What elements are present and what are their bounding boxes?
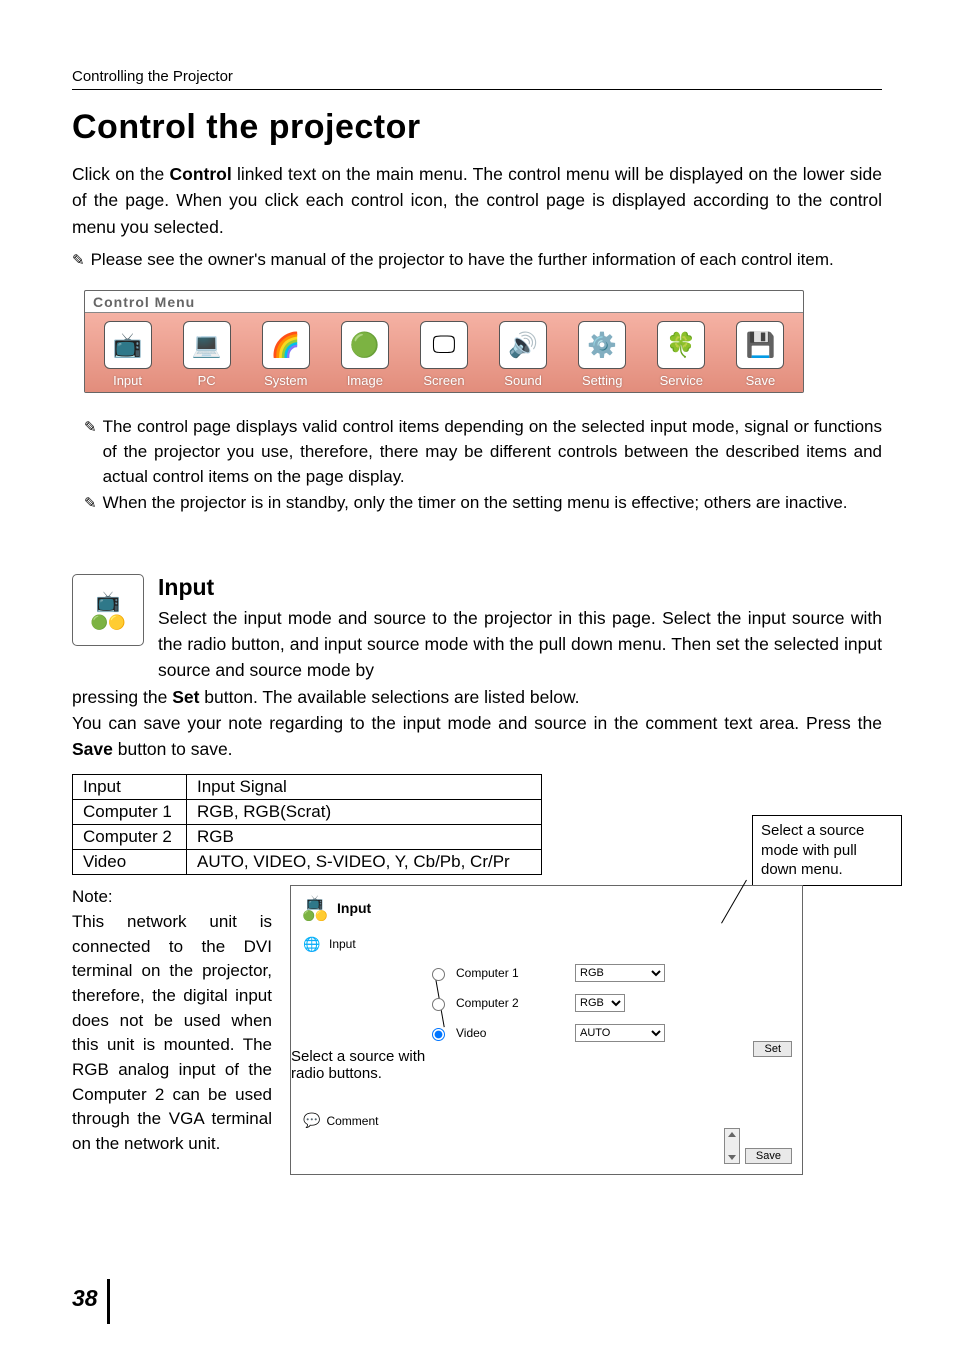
control-menu-figure: Control Menu 📺 Input 💻 PC 🌈 System 🟢 Image 🖵 Scre… <box>84 290 804 393</box>
control-menu-label-text: Image <box>347 373 383 388</box>
radio-label: Computer 1 <box>456 966 519 980</box>
control-menu-label-text: Screen <box>423 373 464 388</box>
source-mode-dropdown[interactable]: AUTO <box>575 1024 665 1042</box>
input-body-1a: Select the input mode and source to the … <box>158 605 882 684</box>
control-menu-label-text: Save <box>746 373 776 388</box>
running-header: Controlling the Projector <box>72 68 882 90</box>
radio-row: Computer 2 RGB <box>427 988 802 1018</box>
save-button[interactable]: Save <box>745 1148 792 1164</box>
control-menu-label-text: Service <box>660 373 703 388</box>
source-mode-dropdown[interactable]: RGB <box>575 964 665 982</box>
source-radio[interactable] <box>432 968 445 981</box>
pencil-icon: ✎ <box>84 415 97 489</box>
radio-label: Computer 2 <box>456 996 519 1010</box>
input-field-label: Input <box>329 937 419 951</box>
control-menu-item-screen[interactable]: 🖵 Screen <box>411 321 476 388</box>
input-signal-table: InputInput SignalComputer 1RGB, RGB(Scra… <box>72 774 542 875</box>
table-row: VideoAUTO, VIDEO, S-VIDEO, Y, Cb/Pb, Cr/… <box>73 850 542 875</box>
source-radio[interactable] <box>432 998 445 1011</box>
system-icon: 🌈 <box>262 321 310 369</box>
input-body-1b: pressing the Set button. The available s… <box>72 684 882 710</box>
source-mode-dropdown[interactable]: RGB <box>575 994 625 1012</box>
control-menu-item-image[interactable]: 🟢 Image <box>332 321 397 388</box>
table-cell: RGB, RGB(Scrat) <box>187 800 542 825</box>
projector-icon: 📺🟢🟡 <box>299 892 331 924</box>
control-menu-item-service[interactable]: 🍀 Service <box>649 321 714 388</box>
sound-icon: 🔊 <box>499 321 547 369</box>
input-body-2: You can save your note regarding to the … <box>72 710 882 763</box>
control-menu-item-save[interactable]: 💾 Save <box>728 321 793 388</box>
table-cell: Computer 1 <box>73 800 187 825</box>
control-menu-item-pc[interactable]: 💻 PC <box>174 321 239 388</box>
pencil-note: ✎Please see the owner's manual of the pr… <box>72 248 882 273</box>
radio-row: Video AUTO <box>427 1018 802 1048</box>
control-menu-label-text: PC <box>198 373 216 388</box>
pencil-note: ✎When the projector is in standby, only … <box>84 491 882 516</box>
save-icon: 💾 <box>736 321 784 369</box>
page-number-rule <box>107 1279 110 1324</box>
table-cell: RGB <box>187 825 542 850</box>
intro-paragraph: Click on the Control linked text on the … <box>72 161 882 240</box>
comment-label: Comment <box>326 1114 378 1128</box>
comment-scrollbar[interactable] <box>724 1128 740 1164</box>
table-cell: Video <box>73 850 187 875</box>
table-row: Computer 2RGB <box>73 825 542 850</box>
control-menu-label-text: Setting <box>582 373 622 388</box>
input-icon: 📺 <box>104 321 152 369</box>
radio-row: Computer 1 RGB <box>427 958 802 988</box>
control-menu-item-sound[interactable]: 🔊 Sound <box>491 321 556 388</box>
callout-radio: Select a source with radio buttons. <box>291 1048 456 1082</box>
setting-icon: ⚙️ <box>578 321 626 369</box>
pencil-icon: ✎ <box>84 491 97 516</box>
control-menu-item-input[interactable]: 📺 Input <box>95 321 160 388</box>
input-screenshot: 📺🟢🟡 Input 🌐 Input Computer 1 RGB Computer… <box>290 885 803 1175</box>
callout-pulldown: Select a source mode with pull down menu… <box>752 815 902 886</box>
globe-icon: 🌐 <box>303 936 323 952</box>
pencil-note: ✎The control page displays valid control… <box>84 415 882 489</box>
service-icon: 🍀 <box>657 321 705 369</box>
control-menu-label-text: System <box>264 373 307 388</box>
page-number: 38 <box>72 1285 98 1312</box>
table-cell: AUTO, VIDEO, S-VIDEO, Y, Cb/Pb, Cr/Pr <box>187 850 542 875</box>
table-header-cell: Input <box>73 775 187 800</box>
control-menu-label: Control Menu <box>85 291 803 313</box>
input-heading: Input <box>158 574 882 601</box>
image-icon: 🟢 <box>341 321 389 369</box>
radio-label: Video <box>456 1026 486 1040</box>
screenshot-title: Input <box>337 900 371 916</box>
set-button[interactable]: Set <box>753 1041 792 1057</box>
pc-icon: 💻 <box>183 321 231 369</box>
screen-icon: 🖵 <box>420 321 468 369</box>
control-menu-item-setting[interactable]: ⚙️ Setting <box>570 321 635 388</box>
page-title: Control the projector <box>72 108 882 147</box>
pencil-icon: ✎ <box>72 248 85 273</box>
table-row: Computer 1RGB, RGB(Scrat) <box>73 800 542 825</box>
control-menu-label-text: Sound <box>504 373 542 388</box>
source-radio[interactable] <box>432 1028 445 1041</box>
control-menu-item-system[interactable]: 🌈 System <box>253 321 318 388</box>
table-cell: Computer 2 <box>73 825 187 850</box>
input-section-icon: 📺 🟢🟡 <box>72 574 144 646</box>
table-header-cell: Input Signal <box>187 775 542 800</box>
side-note: Note:This network unit is connected to t… <box>72 885 272 1156</box>
control-menu-label-text: Input <box>113 373 142 388</box>
comment-icon: 💬 <box>303 1112 320 1129</box>
